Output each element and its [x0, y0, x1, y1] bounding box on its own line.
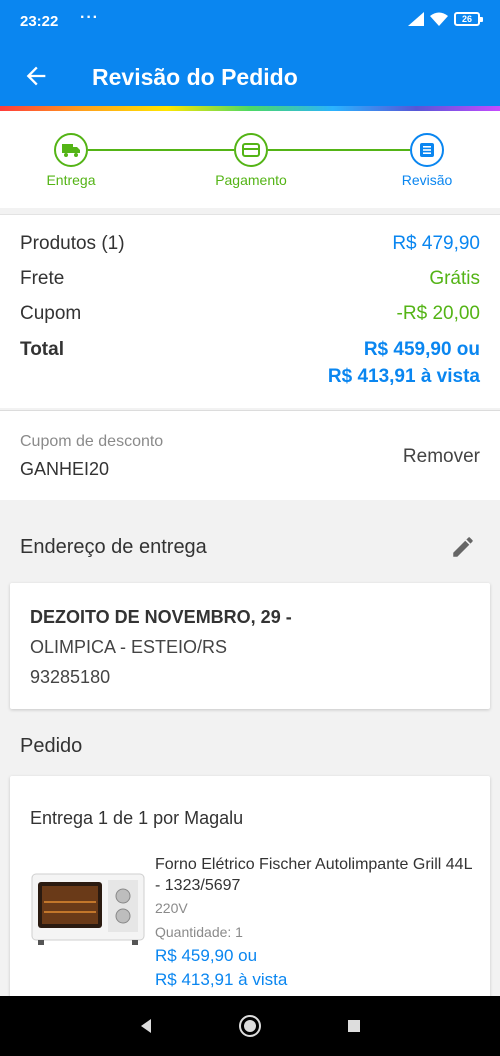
products-value: R$ 479,90: [392, 233, 480, 254]
shipping-value: Grátis: [429, 268, 480, 289]
products-label: Produtos (1): [20, 233, 125, 254]
step-delivery[interactable]: [54, 133, 88, 167]
nav-recents-icon[interactable]: [342, 1014, 366, 1038]
summary-total-row: Total R$ 459,90 ou: [20, 339, 480, 361]
coupon-label: Cupom: [20, 303, 82, 324]
wifi-icon: [430, 12, 448, 26]
delivery-heading: Entrega 1 de 1 por Magalu: [30, 808, 244, 828]
step-connector: [268, 149, 410, 151]
status-bar: 23:22 ··· 26: [0, 0, 500, 44]
card-icon: [242, 143, 260, 157]
battery-icon: 26: [454, 12, 483, 26]
total-cash-value: R$ 413,91 à vista: [327, 366, 480, 387]
coupon-value: -R$ 20,00: [396, 303, 480, 324]
total-label: Total: [20, 339, 64, 360]
summary-coupon-row: Cupom -R$ 20,00: [20, 303, 480, 325]
order-card: Entrega 1 de 1 por Magalu Forno Elétrico…: [10, 776, 490, 1006]
step-review[interactable]: [410, 133, 444, 167]
remove-coupon-button[interactable]: Remover: [403, 446, 480, 468]
product-image: [31, 873, 145, 945]
checklist-icon: [420, 143, 434, 157]
coupon-section: Cupom de desconto GANHEI20 Remover: [0, 410, 500, 500]
product-voltage: 220V: [155, 900, 188, 916]
coupon-code: GANHEI20: [20, 459, 110, 479]
shipping-label: Frete: [20, 268, 65, 289]
step-label-review: Revisão: [401, 172, 453, 188]
address-city: OLIMPICA - ESTEIO/RS: [30, 637, 228, 657]
product-quantity: Quantidade: 1: [155, 924, 243, 940]
summary-shipping-row: Frete Grátis: [20, 268, 480, 290]
app-bar: Revisão do Pedido: [0, 44, 500, 108]
product-name[interactable]: Forno Elétrico Fischer Autolimpante Gril…: [155, 854, 475, 896]
nav-back-icon[interactable]: [134, 1014, 158, 1038]
step-label-delivery: Entrega: [46, 172, 96, 188]
order-section-title: Pedido: [20, 735, 83, 757]
nav-home-icon[interactable]: [238, 1014, 262, 1038]
coupon-section-label: Cupom de desconto: [20, 433, 164, 450]
address-street: DEZOITO DE NOVEMBRO, 29 -: [30, 607, 292, 627]
back-arrow-icon[interactable]: [22, 62, 50, 90]
total-value: R$ 459,90 ou: [363, 339, 480, 360]
address-section-title: Endereço de entrega: [20, 536, 207, 558]
address-zip: 93285180: [30, 667, 111, 687]
truck-icon: [62, 144, 80, 157]
product-price: R$ 459,90 ou: [155, 946, 258, 965]
step-label-payment: Pagamento: [215, 172, 287, 188]
status-time: 23:22: [20, 13, 59, 30]
checkout-stepper: Entrega Pagamento Revisão: [0, 111, 500, 208]
notification-dots: ···: [80, 9, 99, 26]
signal-icon: [408, 12, 424, 26]
summary-products-row: Produtos (1) R$ 479,90: [20, 233, 480, 255]
address-card: DEZOITO DE NOVEMBRO, 29 - OLIMPICA - EST…: [10, 583, 490, 709]
page-title: Revisão do Pedido: [92, 64, 298, 90]
order-summary: Produtos (1) R$ 479,90 Frete Grátis Cupo…: [0, 214, 500, 408]
product-price-cash: R$ 413,91 à vista: [155, 970, 288, 989]
status-icons: 26: [408, 12, 483, 26]
step-connector: [88, 149, 234, 151]
system-nav-bar: [0, 996, 500, 1056]
step-payment[interactable]: [234, 133, 268, 167]
edit-pencil-icon[interactable]: [450, 534, 476, 560]
